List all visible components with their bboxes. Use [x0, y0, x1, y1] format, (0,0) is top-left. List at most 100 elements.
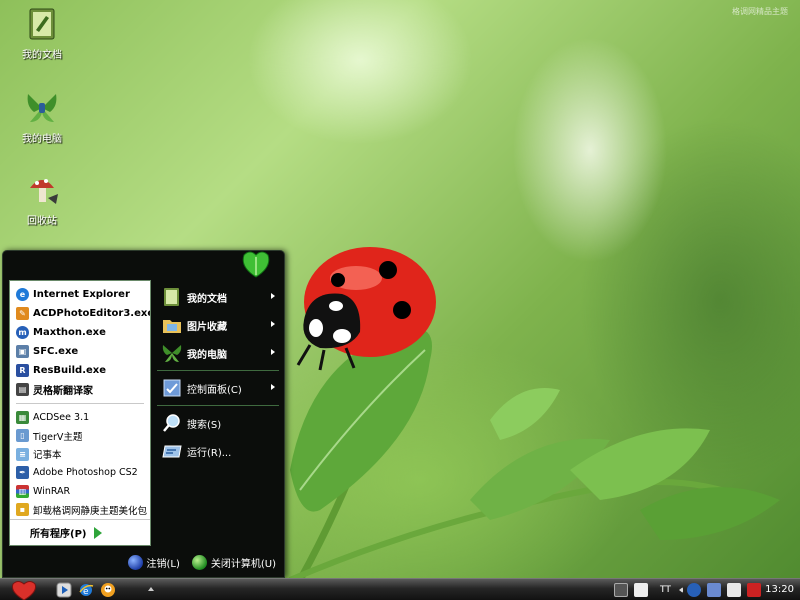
quicklaunch-messenger-icon[interactable]: [100, 582, 116, 598]
menu-item-label: 搜索(S): [187, 419, 222, 431]
acd-photo-editor-icon: ✎: [16, 307, 29, 320]
recent-item-label: ACDSee 3.1: [33, 411, 90, 423]
start-menu-programs-pane: e Internet Explorer ✎ ACDPhotoEditor3.ex…: [9, 280, 151, 546]
recent-item-label: 卸载格调网静庚主题美化包: [33, 505, 148, 517]
arrow-right-icon: [94, 526, 103, 539]
submenu-arrow-icon: [271, 321, 275, 327]
green-leaf-icon: [242, 251, 270, 278]
shutdown-label: 关闭计算机(U): [210, 558, 276, 570]
recent-item-winrar[interactable]: ▥ WinRAR: [10, 482, 150, 501]
acdsee-icon: ▦: [16, 410, 29, 424]
start-menu-separator: [16, 403, 144, 404]
pinned-item-lingoes[interactable]: ▤ 灵格斯翻译家: [10, 380, 150, 399]
logoff-button[interactable]: 注销(L): [127, 554, 180, 570]
my-computer-icon: [27, 94, 57, 122]
taskbar: e TT 13:20: [0, 578, 800, 600]
maxthon-icon: m: [16, 326, 29, 339]
notepad-icon: ≡: [16, 447, 29, 461]
security-alert-icon[interactable]: [746, 583, 761, 597]
menu-item-my-pictures[interactable]: 图片收藏: [155, 311, 281, 339]
menu-item-search[interactable]: 搜索(S): [155, 409, 281, 437]
start-button[interactable]: [8, 579, 40, 600]
photoshop-icon: ✒: [16, 466, 29, 480]
tigerv-icon: ▯: [16, 429, 29, 443]
recent-item-label: WinRAR: [33, 485, 71, 497]
recent-item-photoshop[interactable]: ✒ Adobe Photoshop CS2: [10, 464, 150, 483]
logoff-icon: [127, 554, 143, 570]
quicklaunch-media-player-icon[interactable]: [56, 582, 72, 598]
pinned-item-label: ResBuild.exe: [33, 365, 107, 376]
my-documents-icon: [164, 288, 179, 306]
menu-item-label: 图片收藏: [187, 321, 227, 333]
pinned-item-maxthon[interactable]: m Maxthon.exe: [10, 323, 150, 342]
desktop-icon-label: 我的电脑: [22, 134, 62, 145]
internet-explorer-icon: e: [16, 288, 29, 301]
keyboard-icon[interactable]: [614, 583, 628, 597]
red-heart-leaf-icon: [12, 581, 36, 600]
maxthon-tray-icon[interactable]: [686, 583, 701, 597]
all-programs-label: 所有程序(P): [30, 529, 87, 540]
recent-item-label: TigerV主题: [33, 431, 83, 443]
menu-item-my-computer[interactable]: 我的电脑: [155, 339, 281, 367]
start-menu-header: [3, 251, 284, 279]
volume-icon[interactable]: [726, 583, 741, 597]
recent-item-acdsee[interactable]: ▦ ACDSee 3.1: [10, 408, 150, 427]
menu-item-label: 我的电脑: [187, 349, 227, 361]
all-programs-button[interactable]: 所有程序(P): [10, 519, 150, 545]
quicklaunch-expand-icon[interactable]: [148, 587, 154, 591]
ladybug-wallpaper: [288, 247, 780, 580]
winrar-icon: ▥: [16, 484, 29, 498]
tray-expand-icon[interactable]: [677, 587, 683, 593]
recent-item-tigerv[interactable]: ▯ TigerV主题: [10, 427, 150, 446]
uninstall-icon: ▪: [16, 503, 29, 517]
pinned-item-sfc[interactable]: ▣ SFC.exe: [10, 342, 150, 361]
menu-item-control-panel[interactable]: 控制面板(C): [155, 374, 281, 402]
start-menu-places-pane: 我的文档 图片收藏 我的电脑 控制面板(C) 搜索(S) 运行(R)...: [155, 283, 281, 465]
quicklaunch-internet-explorer-icon[interactable]: e: [78, 582, 94, 598]
pinned-item-label: Internet Explorer: [33, 289, 130, 300]
svg-text:e: e: [83, 587, 89, 597]
my-documents-icon: [29, 8, 55, 40]
menu-item-label: 控制面板(C): [187, 384, 242, 396]
recent-item-notepad[interactable]: ≡ 记事本: [10, 445, 150, 464]
sfc-icon: ▣: [16, 345, 29, 358]
pinned-item-label: SFC.exe: [33, 346, 79, 357]
desktop-icon-label: 回收站: [27, 216, 57, 227]
menu-item-label: 我的文档: [187, 293, 227, 305]
control-panel-icon: [163, 379, 181, 397]
network-icon[interactable]: [706, 583, 721, 597]
submenu-arrow-icon: [271, 384, 275, 390]
clock[interactable]: 13:20: [765, 584, 794, 595]
recent-item-label: 记事本: [33, 450, 62, 462]
menu-item-my-documents[interactable]: 我的文档: [155, 283, 281, 311]
pinned-item-resbuild[interactable]: R ResBuild.exe: [10, 361, 150, 380]
pinned-item-internet-explorer[interactable]: e Internet Explorer: [10, 285, 150, 304]
shutdown-icon: [191, 554, 207, 570]
start-menu: e Internet Explorer ✎ ACDPhotoEditor3.ex…: [2, 250, 285, 578]
resbuild-icon: R: [16, 364, 29, 377]
start-menu-separator: [157, 370, 279, 371]
my-computer-icon: [162, 345, 182, 362]
pinned-item-label: Maxthon.exe: [33, 327, 106, 338]
wallpaper-watermark: 格调网精品主题: [732, 7, 788, 16]
my-pictures-icon: [163, 320, 181, 333]
desktop-icon-my-computer[interactable]: 我的电脑: [10, 88, 74, 145]
recent-item-uninstall[interactable]: ▪ 卸载格调网静庚主题美化包: [10, 501, 150, 520]
help-icon[interactable]: [634, 583, 648, 597]
logoff-label: 注销(L): [146, 558, 180, 570]
run-icon: [162, 445, 182, 458]
pinned-item-label: ACDPhotoEditor3.exe: [33, 308, 150, 319]
submenu-arrow-icon: [271, 349, 275, 355]
desktop-icon-recycle-bin[interactable]: 回收站: [10, 170, 74, 227]
shutdown-button[interactable]: 关闭计算机(U): [191, 554, 276, 570]
pinned-item-label: 灵格斯翻译家: [33, 386, 93, 397]
desktop-icon-my-documents[interactable]: 我的文档: [10, 4, 74, 61]
recycle-bin-icon: [30, 179, 58, 204]
menu-item-run[interactable]: 运行(R)...: [155, 437, 281, 465]
menu-item-label: 运行(R)...: [187, 447, 232, 459]
pinned-item-acd-photo-editor[interactable]: ✎ ACDPhotoEditor3.exe: [10, 304, 150, 323]
submenu-arrow-icon: [271, 293, 275, 299]
start-menu-separator: [157, 405, 279, 406]
tray-text[interactable]: TT: [660, 585, 671, 595]
recent-item-label: Adobe Photoshop CS2: [33, 467, 138, 479]
